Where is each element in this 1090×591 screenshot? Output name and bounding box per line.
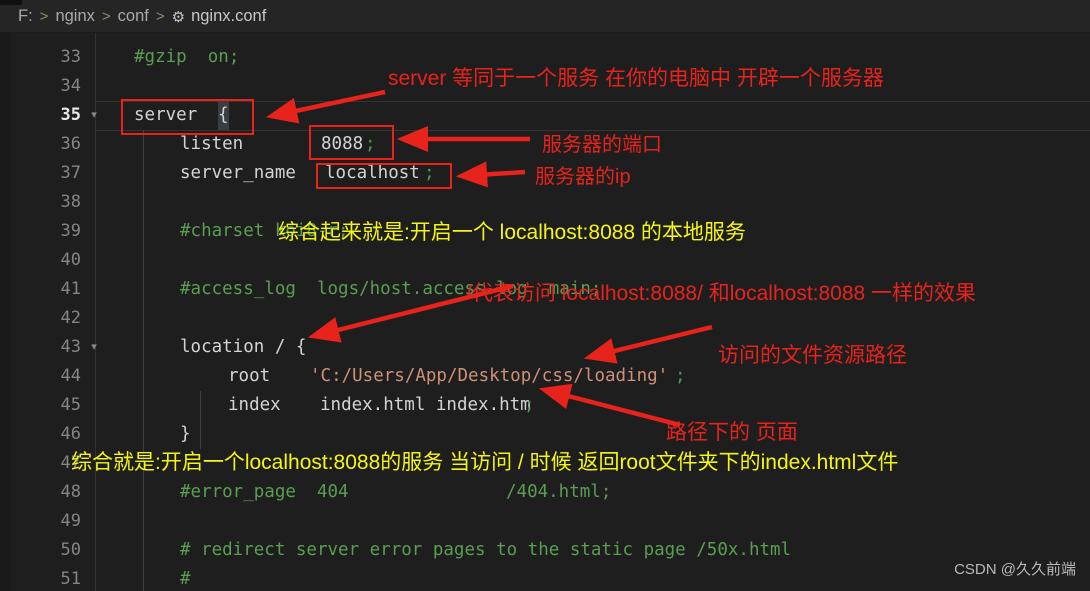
code-text-key: root bbox=[228, 366, 271, 386]
annotation-slash-note: /代表访问 localhost:8088/ 和localhost:8088 一样… bbox=[466, 282, 977, 305]
line-number: 43 bbox=[60, 337, 81, 357]
code-line-51[interactable]: 51 # bbox=[0, 565, 1090, 591]
line-number: 36 bbox=[60, 134, 81, 154]
code-text-semicolon: ; bbox=[675, 366, 686, 386]
breadcrumb-separator-icon: > bbox=[155, 7, 165, 25]
code-line-44[interactable]: 44 root 'C:/Users/App/Desktop/css/loadin… bbox=[0, 362, 1090, 391]
line-number: 39 bbox=[60, 221, 81, 241]
window-edge-notch bbox=[0, 0, 22, 5]
line-number: 34 bbox=[60, 76, 81, 96]
code-line-49[interactable]: 49 bbox=[0, 507, 1090, 536]
annotation-summary-local-service: 综合起来就是:开启一个 localhost:8088 的本地服务 bbox=[278, 221, 746, 244]
code-line-40[interactable]: 40 bbox=[0, 246, 1090, 275]
code-line-45[interactable]: 45 index index.html index.htm ; bbox=[0, 391, 1090, 420]
code-text-semicolon: ; bbox=[524, 395, 535, 415]
code-text-key: server_name bbox=[180, 163, 296, 183]
line-number: 51 bbox=[60, 569, 81, 589]
breadcrumb[interactable]: F: > nginx > conf > ⚙ nginx.conf bbox=[0, 0, 1090, 33]
highlight-box-port bbox=[309, 125, 394, 160]
code-line-43[interactable]: 43 ▾ location / { bbox=[0, 333, 1090, 362]
line-number: 38 bbox=[60, 192, 81, 212]
annotation-server-note: server 等同于一个服务 在你的电脑中 开辟一个服务器 bbox=[388, 67, 884, 90]
code-text: } bbox=[180, 424, 191, 444]
code-text-value: index.html index.htm bbox=[320, 395, 531, 415]
breadcrumb-drive[interactable]: F: bbox=[18, 7, 33, 26]
code-line-50[interactable]: 50 # redirect server error pages to the … bbox=[0, 536, 1090, 565]
line-number: 44 bbox=[60, 366, 81, 386]
line-number: 33 bbox=[60, 47, 81, 67]
annotation-page-note: 路径下的 页面 bbox=[666, 421, 798, 444]
code-text: #gzip on; bbox=[134, 47, 240, 67]
code-text: location / { bbox=[180, 337, 307, 357]
editor-window: F: > nginx > conf > ⚙ nginx.conf 32 33 #… bbox=[0, 0, 1090, 591]
code-line-46[interactable]: 46 } bbox=[0, 420, 1090, 449]
code-line-32[interactable]: 32 bbox=[0, 33, 1090, 43]
fold-chevron-down-icon[interactable]: ▾ bbox=[86, 333, 102, 362]
code-line-42[interactable]: 42 bbox=[0, 304, 1090, 333]
gear-icon: ⚙ bbox=[171, 9, 186, 26]
line-number: 32 bbox=[11, 33, 81, 43]
line-number: 45 bbox=[60, 395, 81, 415]
breadcrumb-separator-icon: > bbox=[101, 7, 111, 25]
line-number: 49 bbox=[60, 511, 81, 531]
line-number: 41 bbox=[60, 279, 81, 299]
code-text-key: index bbox=[228, 395, 281, 415]
breadcrumb-folder-conf[interactable]: conf bbox=[118, 7, 149, 26]
code-line-38[interactable]: 38 bbox=[0, 188, 1090, 217]
breadcrumb-file-nginx-conf[interactable]: nginx.conf bbox=[191, 7, 266, 26]
annotation-ip-note: 服务器的ip bbox=[535, 166, 631, 188]
annotation-summary-full: 综合就是:开启一个localhost:8088的服务 当访问 / 时候 返回ro… bbox=[71, 451, 899, 474]
breadcrumb-separator-icon: > bbox=[39, 7, 49, 25]
line-number: 46 bbox=[60, 424, 81, 444]
watermark: CSDN @久久前端 bbox=[954, 561, 1076, 578]
line-number: 48 bbox=[60, 482, 81, 502]
annotation-port-note: 服务器的端口 bbox=[542, 134, 662, 156]
line-number: 42 bbox=[60, 308, 81, 328]
line-number: 40 bbox=[60, 250, 81, 270]
code-text: #error_page 404 bbox=[180, 482, 349, 502]
line-number: 37 bbox=[60, 163, 81, 183]
code-text-string: 'C:/Users/App/Desktop/css/loading' bbox=[310, 366, 669, 386]
code-text: /404.html; bbox=[506, 482, 612, 502]
breadcrumb-folder-nginx[interactable]: nginx bbox=[55, 7, 94, 26]
code-text: # redirect server error pages to the sta… bbox=[180, 540, 792, 560]
line-number: 35 bbox=[60, 105, 81, 125]
highlight-box-localhost bbox=[316, 163, 452, 189]
highlight-box-server bbox=[121, 99, 254, 135]
fold-chevron-down-icon[interactable]: ▾ bbox=[86, 101, 102, 130]
annotation-resource-path-note: 访问的文件资源路径 bbox=[718, 344, 907, 367]
code-line-48[interactable]: 48 #error_page 404 /404.html; bbox=[0, 478, 1090, 507]
code-text: # bbox=[180, 569, 191, 589]
line-number: 50 bbox=[60, 540, 81, 560]
